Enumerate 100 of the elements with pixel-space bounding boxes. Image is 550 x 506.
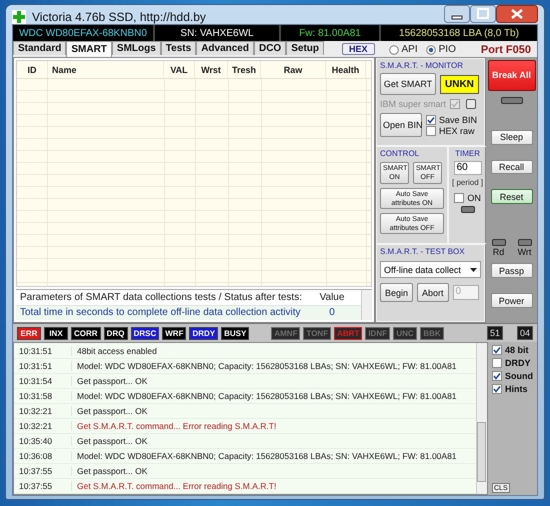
checkbox-label: ON [467,193,481,203]
log-message: Get S.M.A.R.T. command... Error reading S.M.A.R.T! [76,421,276,431]
radio-button[interactable] [388,44,399,54]
count-field: 0 [452,285,479,300]
section-title: CONTROL [380,149,420,158]
status-flag: CORR [71,326,101,340]
scrollbar[interactable] [476,343,487,494]
log-message: Model: WDC WD80EFAX-68KNBN0; Capacity: 15628053168 LBAs; SN: VAHXE6WL; FW: 81.00A81 [76,361,457,371]
get-smart-button[interactable]: Get SMART [380,73,436,95]
open-bin-button[interactable]: Open BIN [380,113,422,137]
checkbox[interactable] [454,193,464,203]
led-indicator [460,206,475,213]
checkbox[interactable] [492,384,502,394]
log-time: 10:32:21 [14,421,72,431]
led-label: Rd [492,247,504,258]
error-flag: AMNF [271,326,300,340]
port-label: Port F050 [480,44,532,56]
section-title: TIMER [455,149,480,158]
log-message: Get passport... OK [76,436,148,446]
column-header[interactable]: Raw [261,61,326,78]
log-time: 10:31:58 [14,391,72,401]
checkbox[interactable] [492,345,502,355]
checkbox[interactable] [492,371,502,381]
minimize-icon[interactable] [444,5,470,23]
timer-field[interactable]: 60 [454,161,482,175]
tab[interactable]: Setup [286,41,324,55]
column-header[interactable]: Wrst [195,61,228,78]
status-flag: ERR [17,326,41,340]
log-message: Model: WDC WD80EFAX-68KNBN0; Capacity: 15628053168 LBAs; SN: VAHXE6WL; FW: 81.00A81 [76,391,457,401]
counter: 51 [486,326,503,340]
caret-icon [470,268,477,272]
tab[interactable]: DCO [254,41,286,55]
test-dropdown[interactable]: Off-line data collect [380,261,481,278]
column-header[interactable]: Tresh [228,61,261,78]
led-indicator [518,239,532,246]
section-title: S.M.A.R.T. - MONITOR [380,61,464,70]
checkbox[interactable] [492,358,502,368]
checkbox-label: DRDY [505,358,531,368]
checkbox-label: Sound [505,371,533,381]
radio-label: API [402,44,418,55]
section-title: S.M.A.R.T. - TEST BOX [380,247,466,256]
radio-label: PIO [438,44,456,55]
tab[interactable]: Tests [160,41,196,55]
column-header[interactable]: VAL [164,61,195,78]
log-message: Get passport... OK [76,406,148,416]
tab[interactable]: Standard [13,41,66,55]
break-all-button[interactable]: Break All [488,60,536,91]
table-cell-text: Total time in seconds to complete off-line data collection activity [19,307,302,318]
status-flag: DRSC [130,326,160,340]
column-header: Parameters of SMART data collections tests / Status after tests: [19,292,303,303]
cross-icon [12,10,26,24]
status-flag: BUSY [221,326,250,340]
tab[interactable]: SMART [66,41,112,57]
checkbox-label: Hints [505,384,528,394]
log-time: 10:36:08 [14,451,72,461]
period-label: [ period ] [452,178,484,187]
tab[interactable]: Advanced [196,41,254,55]
error-flag: TONF [303,326,332,340]
tab[interactable]: SMLogs [112,41,161,55]
radio-button[interactable] [426,44,436,54]
side-button[interactable]: Recall [490,160,532,174]
status-flag: DRDY [189,326,218,340]
log-time: 10:37:55 [14,481,72,491]
checkbox-label: 48 bit [505,345,529,355]
checkbox[interactable] [426,126,436,136]
log-time: 10:32:21 [14,406,72,416]
log-time: 10:31:51 [14,361,72,371]
scrollbar[interactable] [361,290,372,320]
log-message: Get passport... OK [76,376,148,386]
close-icon[interactable] [496,5,538,23]
log-time: 10:31:54 [14,376,72,386]
smart-status: UNKN [440,74,479,94]
column-header[interactable]: Name [48,61,164,78]
side-button[interactable]: Sleep [490,130,532,145]
status-flag: INX [44,326,68,340]
checkbox-label: HEX raw [439,126,475,136]
error-flag: IDNF [365,326,390,340]
side-button[interactable]: Passp [490,263,532,278]
led-indicator [500,96,522,104]
column-header[interactable]: ID [17,61,48,78]
ibm-super-smart-label: IBM super smart [380,99,446,109]
error-flag: ABRT [334,326,362,340]
window-title: Victoria 4.76b SSD, http://hdd.by [32,10,206,24]
abort-button[interactable]: Abort [417,283,449,302]
checkbox[interactable] [426,114,436,124]
log-time: 10:35:40 [14,436,72,446]
log-time: 10:31:51 [14,346,72,356]
log-message: 48bit access enabled [76,346,157,356]
maximize-icon[interactable] [470,5,496,23]
begin-button[interactable]: Begin [380,283,414,302]
table-cell-text: 0 [328,307,336,318]
error-flag: BBK [420,326,444,340]
led-label: Wrt [518,247,532,258]
side-button[interactable]: Power [490,293,532,308]
side-button[interactable]: Reset [490,189,532,204]
column-header[interactable]: Health [326,61,366,78]
status-flag: DRQ [104,326,128,340]
column-header: Value [318,292,346,303]
hex-button[interactable]: HEX [342,43,375,55]
error-flag: UNC [393,326,417,340]
